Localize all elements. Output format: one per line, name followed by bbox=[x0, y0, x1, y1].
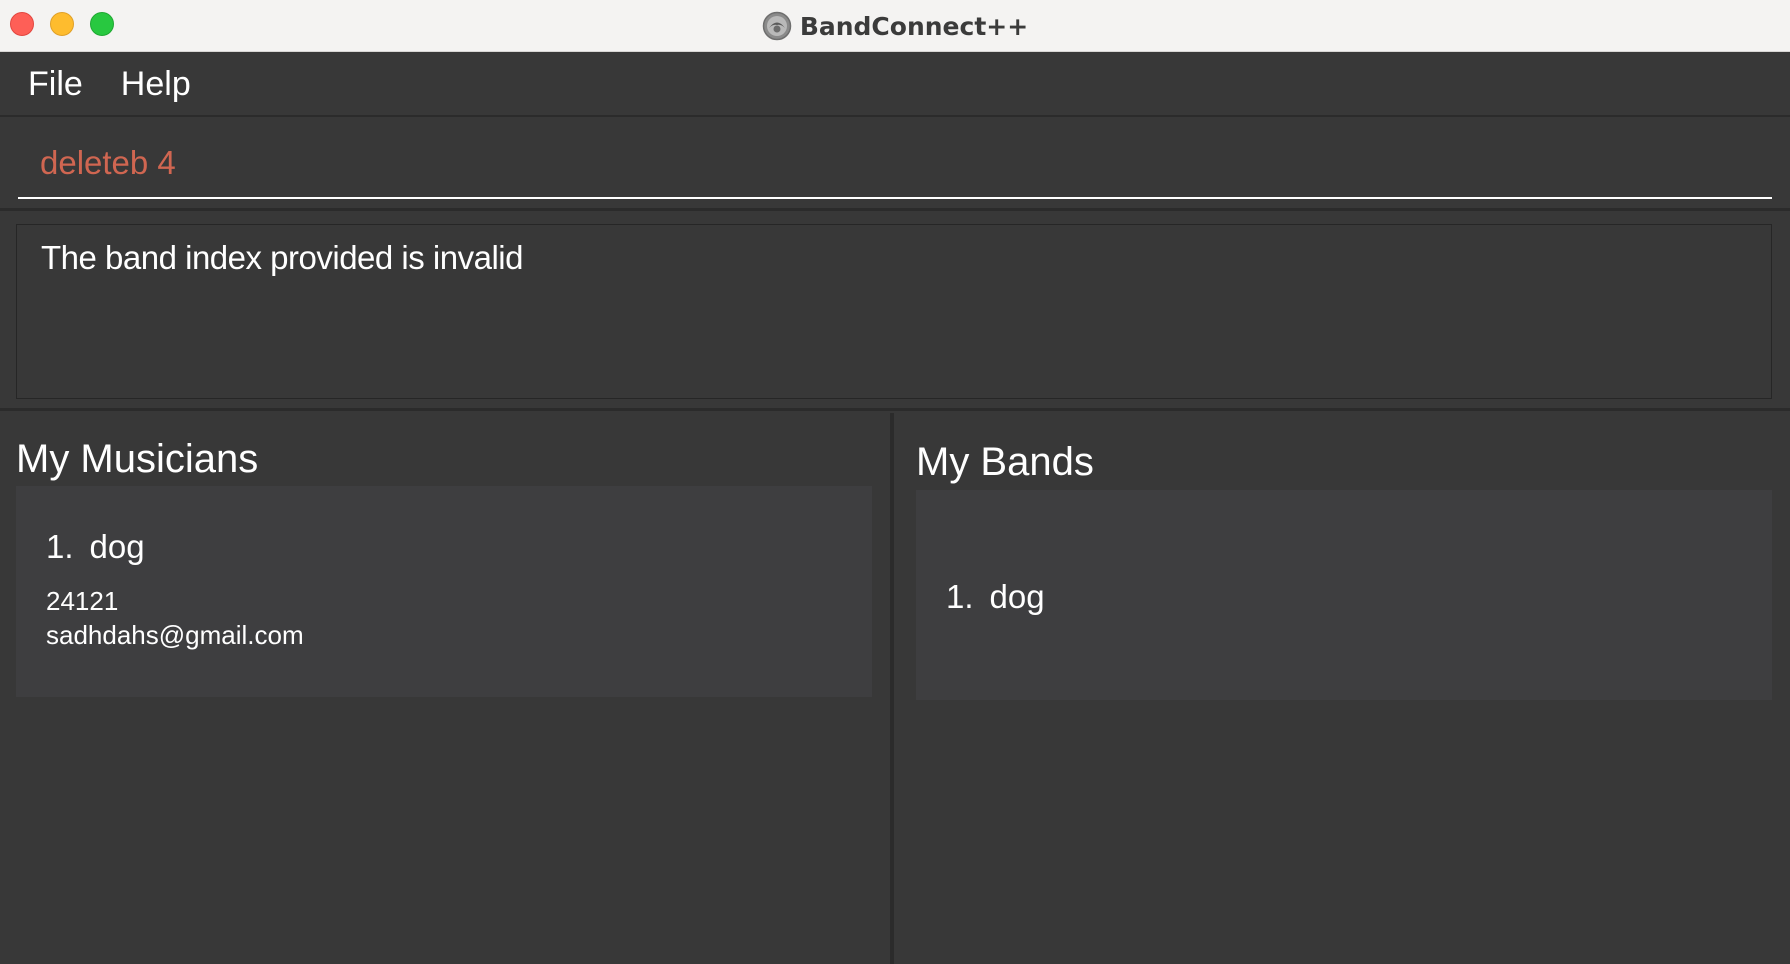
menu-bar: File Help bbox=[0, 53, 1790, 117]
band-card[interactable]: 1. dog bbox=[916, 490, 1772, 700]
menu-file[interactable]: File bbox=[28, 65, 83, 104]
result-message: The band index provided is invalid bbox=[41, 239, 523, 276]
band-name: dog bbox=[989, 578, 1045, 615]
musician-phone: 24121 bbox=[46, 586, 119, 616]
list-panels: My Musicians 1. dog 24121 sadhdahs@gmail… bbox=[0, 413, 1790, 964]
musician-index: 1. bbox=[46, 528, 74, 565]
result-display-area: The band index provided is invalid bbox=[0, 214, 1790, 411]
bands-panel-title: My Bands bbox=[916, 440, 1094, 484]
band-index: 1. bbox=[946, 578, 974, 615]
app-window: BandConnect++ File Help The band index p… bbox=[0, 0, 1790, 964]
window-title-group: BandConnect++ bbox=[0, 0, 1790, 52]
band-card-header: 1. dog bbox=[946, 578, 1045, 616]
musician-name: dog bbox=[89, 528, 145, 565]
bands-panel: My Bands 1. dog bbox=[894, 413, 1790, 964]
musicians-panel: My Musicians 1. dog 24121 sadhdahs@gmail… bbox=[0, 413, 890, 964]
musician-card[interactable]: 1. dog 24121 sadhdahs@gmail.com bbox=[16, 486, 872, 697]
menu-help[interactable]: Help bbox=[121, 65, 191, 104]
window-title: BandConnect++ bbox=[799, 11, 1029, 41]
musician-card-header: 1. dog bbox=[46, 528, 145, 566]
command-box-area bbox=[0, 119, 1790, 211]
musician-email: sadhdahs@gmail.com bbox=[46, 620, 304, 650]
result-display-box[interactable]: The band index provided is invalid bbox=[16, 224, 1772, 399]
command-input[interactable] bbox=[18, 129, 1772, 199]
app-logo-icon bbox=[762, 11, 792, 41]
musicians-panel-title: My Musicians bbox=[16, 437, 259, 481]
title-bar[interactable]: BandConnect++ bbox=[0, 0, 1790, 52]
